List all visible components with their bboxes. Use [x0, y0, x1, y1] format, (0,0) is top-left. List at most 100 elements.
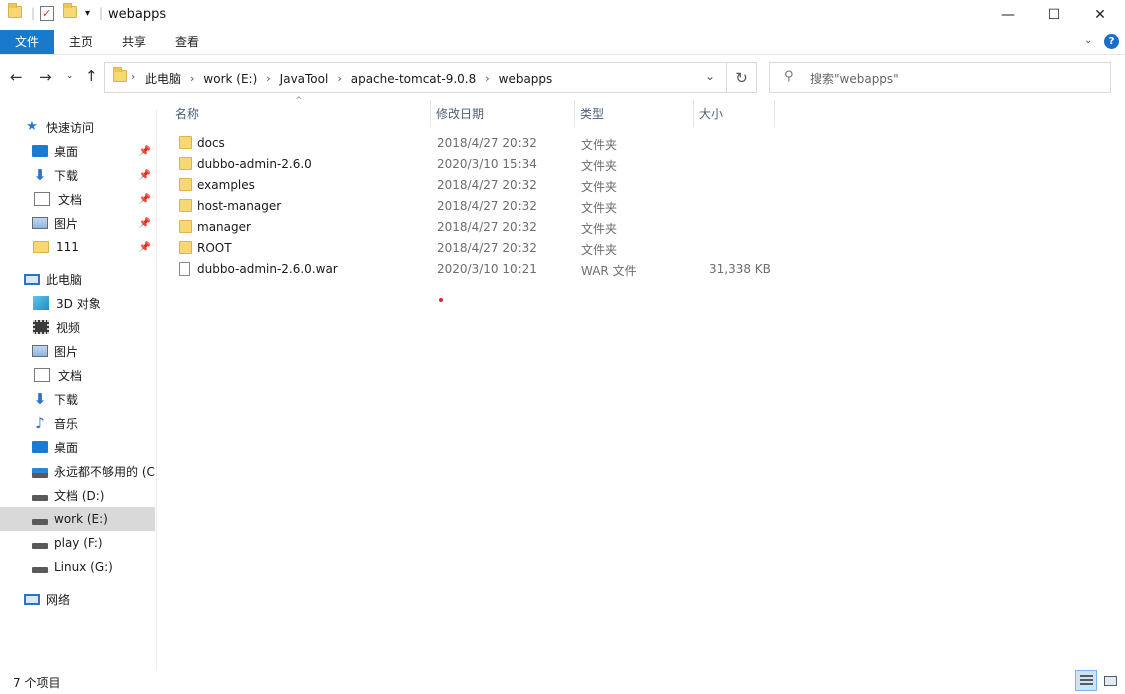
up-arrow-icon[interactable]: ↑ [85, 67, 98, 85]
column-header-size[interactable]: 大小 [694, 100, 775, 127]
document-icon [34, 192, 50, 206]
breadcrumb-chevron-icon[interactable]: › [485, 72, 489, 85]
details-view-button[interactable] [1075, 670, 1097, 691]
back-arrow-icon[interactable]: ← [10, 68, 23, 86]
sidebar-item-drive-g[interactable]: Linux (G:) [0, 555, 155, 579]
sidebar-item-this-pc[interactable]: 此电脑 [0, 267, 155, 291]
sidebar-item-label: 3D 对象 [56, 296, 101, 311]
sidebar-item-drive-d[interactable]: 文档 (D:) [0, 483, 155, 507]
tab-file[interactable]: 文件 [0, 30, 54, 54]
large-icons-view-button[interactable] [1099, 670, 1121, 691]
search-input[interactable]: ⚲ 搜索"webapps" [769, 62, 1111, 93]
sidebar-item-pictures[interactable]: 图片 [0, 339, 155, 363]
sidebar-item-documents[interactable]: 文档 [0, 363, 155, 387]
sidebar-item-music[interactable]: ♪ 音乐 [0, 411, 155, 435]
breadcrumb-chevron-icon[interactable]: › [337, 72, 341, 85]
file-date: 2018/4/27 20:32 [437, 199, 537, 213]
sidebar-item-drive-f[interactable]: play (F:) [0, 531, 155, 555]
file-date: 2018/4/27 20:32 [437, 220, 537, 234]
sidebar-item-downloads[interactable]: ⬇ 下载 📌 [0, 163, 155, 187]
file-name: ROOT [197, 241, 232, 255]
navigation-pane: ★ 快速访问 桌面 📌 ⬇ 下载 📌 文档 📌 图片 📌 111 📌 此电脑 3… [0, 110, 157, 670]
file-row[interactable]: dubbo-admin-2.6.0 2020/3/10 15:34 文件夹 [170, 154, 780, 175]
sidebar-item-pictures[interactable]: 图片 📌 [0, 211, 155, 235]
pin-icon[interactable]: 📌 [139, 194, 151, 205]
tab-view[interactable]: 查看 [168, 30, 206, 54]
column-header-type[interactable]: 类型 [575, 100, 694, 127]
ribbon-tabs: 文件 主页 共享 查看 ⌄ ? [0, 30, 1125, 55]
file-date: 2020/3/10 10:21 [437, 262, 537, 276]
breadcrumb-webapps[interactable]: webapps [499, 72, 553, 86]
file-type: WAR 文件 [581, 264, 637, 278]
breadcrumb-chevron-icon[interactable]: › [131, 70, 135, 83]
file-date: 2018/4/27 20:32 [437, 136, 537, 150]
drive-icon [32, 495, 48, 501]
sidebar-item-network[interactable]: 网络 [0, 587, 155, 611]
breadcrumb-this-pc[interactable]: 此电脑 [145, 70, 181, 87]
file-row[interactable]: manager 2018/4/27 20:32 文件夹 [170, 217, 780, 238]
recent-locations-chevron-icon[interactable]: ⌄ [66, 71, 74, 81]
file-row[interactable]: dubbo-admin-2.6.0.war 2020/3/10 10:21 WA… [170, 259, 780, 280]
column-header-label: 名称 [175, 107, 200, 121]
file-row[interactable]: ROOT 2018/4/27 20:32 文件夹 [170, 238, 780, 259]
breadcrumb: 此电脑 › work (E:) › JavaTool › apache-tomc… [145, 70, 552, 87]
sidebar-item-111[interactable]: 111 📌 [0, 235, 155, 259]
tab-home[interactable]: 主页 [62, 30, 100, 54]
file-type: 文件夹 [581, 180, 618, 194]
column-header-date[interactable]: 修改日期 [431, 100, 575, 127]
pin-icon[interactable]: 📌 [139, 170, 151, 181]
help-icon[interactable]: ? [1104, 34, 1119, 49]
file-name: examples [197, 178, 255, 192]
sidebar-item-label: 图片 [54, 344, 79, 359]
file-type: 文件夹 [581, 243, 618, 257]
sidebar-item-downloads[interactable]: ⬇ 下载 [0, 387, 155, 411]
sidebar-item-drive-c[interactable]: 永远都不够用的 (C: [0, 459, 155, 483]
toolbar-separator: | [31, 6, 36, 20]
pictures-icon [32, 217, 48, 229]
maximize-button[interactable]: ☐ [1031, 0, 1077, 30]
download-icon: ⬇ [33, 390, 47, 408]
breadcrumb-drive[interactable]: work (E:) [203, 72, 257, 86]
file-row[interactable]: docs 2018/4/27 20:32 文件夹 [170, 133, 780, 154]
sidebar-item-desktop[interactable]: 桌面 📌 [0, 139, 155, 163]
breadcrumb-javatool[interactable]: JavaTool [280, 72, 329, 86]
details-view-icon [1079, 675, 1093, 686]
new-folder-icon[interactable] [63, 3, 77, 18]
sidebar-item-label: 图片 [54, 216, 79, 231]
title-bar: | ✓ ▾ | webapps — ☐ ✕ [0, 0, 1125, 30]
address-bar[interactable]: › 此电脑 › work (E:) › JavaTool › apache-to… [104, 62, 727, 93]
file-row[interactable]: examples 2018/4/27 20:32 文件夹 [170, 175, 780, 196]
collapse-ribbon-chevron-icon[interactable]: ⌄ [1084, 35, 1092, 46]
folder-icon [179, 241, 192, 254]
sidebar-item-videos[interactable]: 视频 [0, 315, 155, 339]
file-type: 文件夹 [581, 138, 618, 152]
minimize-button[interactable]: — [985, 0, 1031, 30]
sidebar-item-documents[interactable]: 文档 📌 [0, 187, 155, 211]
pin-icon[interactable]: 📌 [139, 146, 151, 157]
column-header-name[interactable]: 名称 [170, 100, 431, 127]
file-date: 2018/4/27 20:32 [437, 241, 537, 255]
folder-icon [179, 157, 192, 170]
pin-icon[interactable]: 📌 [139, 242, 151, 253]
sidebar-item-quick-access[interactable]: ★ 快速访问 [0, 115, 155, 139]
breadcrumb-chevron-icon[interactable]: › [266, 72, 270, 85]
file-row[interactable]: host-manager 2018/4/27 20:32 文件夹 [170, 196, 780, 217]
properties-icon[interactable]: ✓ [40, 6, 54, 21]
breadcrumb-chevron-icon[interactable]: › [190, 72, 194, 85]
breadcrumb-tomcat[interactable]: apache-tomcat-9.0.8 [351, 72, 477, 86]
sidebar-item-desktop[interactable]: 桌面 [0, 435, 155, 459]
forward-arrow-icon[interactable]: → [39, 68, 52, 86]
pin-icon[interactable]: 📌 [139, 218, 151, 229]
desktop-icon [32, 145, 48, 157]
column-header-label: 修改日期 [436, 107, 485, 121]
close-button[interactable]: ✕ [1077, 0, 1123, 30]
refresh-button[interactable]: ↻ [727, 62, 757, 93]
sidebar-item-label: 桌面 [54, 144, 79, 159]
address-history-chevron-icon[interactable]: ⌄ [705, 69, 715, 83]
sidebar-item-label: 下载 [54, 392, 79, 407]
sidebar-item-label: 下载 [54, 168, 79, 183]
sidebar-item-drive-e[interactable]: work (E:) [0, 507, 155, 531]
tab-share[interactable]: 共享 [115, 30, 153, 54]
sidebar-item-3d-objects[interactable]: 3D 对象 [0, 291, 155, 315]
customize-toolbar-chevron-icon[interactable]: ▾ [85, 8, 90, 19]
